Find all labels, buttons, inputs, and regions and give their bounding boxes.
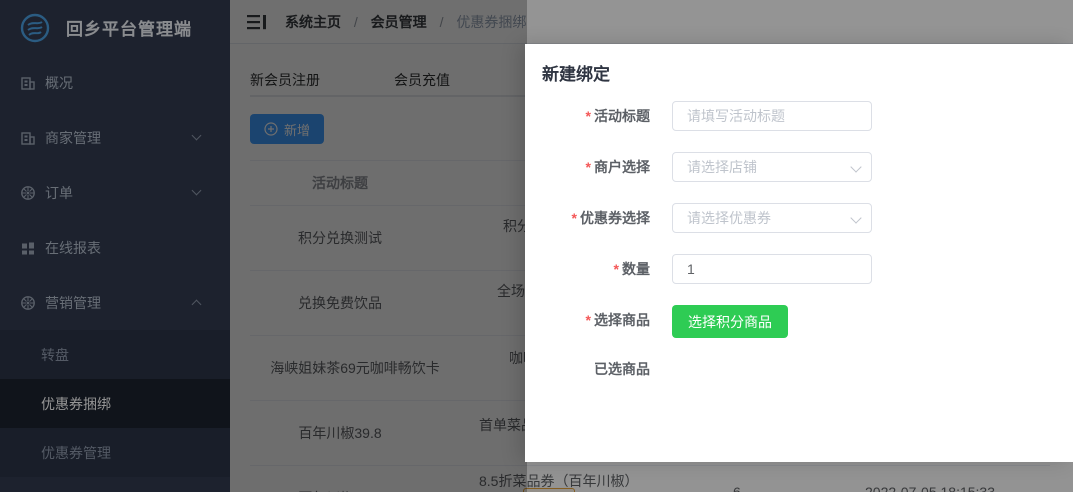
activity-title-input[interactable]	[672, 101, 872, 131]
required-mark: *	[586, 108, 591, 124]
required-mark: *	[572, 210, 577, 226]
required-mark: *	[614, 261, 619, 277]
field-label: *数量	[525, 254, 650, 284]
new-binding-drawer: 新建绑定 *活动标题 *商户选择 *优惠券选择 *数量	[525, 44, 1073, 462]
field-label: 已选商品	[525, 359, 650, 379]
field-label: *选择商品	[525, 305, 650, 335]
merchant-select[interactable]	[672, 152, 872, 182]
form-row-coupon: *优惠券选择	[525, 203, 1073, 239]
form-row-activity-title: *活动标题	[525, 101, 1073, 137]
app-screen: 回乡平台管理端 概况 商家管理	[0, 0, 1073, 492]
quantity-input[interactable]	[672, 254, 872, 284]
coupon-select[interactable]	[672, 203, 872, 233]
form-row-chosen-goods: 已选商品	[525, 359, 1073, 395]
required-mark: *	[586, 159, 591, 175]
field-label: *商户选择	[525, 152, 650, 182]
drawer-title: 新建绑定	[542, 60, 610, 85]
field-label: *优惠券选择	[525, 203, 650, 233]
field-label: *活动标题	[525, 101, 650, 131]
form-row-quantity: *数量	[525, 254, 1073, 290]
form-row-merchant: *商户选择	[525, 152, 1073, 188]
required-mark: *	[586, 312, 591, 328]
content-dim-overlay	[230, 0, 527, 492]
form-row-choose-goods: *选择商品 选择积分商品	[525, 305, 1073, 341]
choose-points-goods-button[interactable]: 选择积分商品	[672, 305, 788, 338]
